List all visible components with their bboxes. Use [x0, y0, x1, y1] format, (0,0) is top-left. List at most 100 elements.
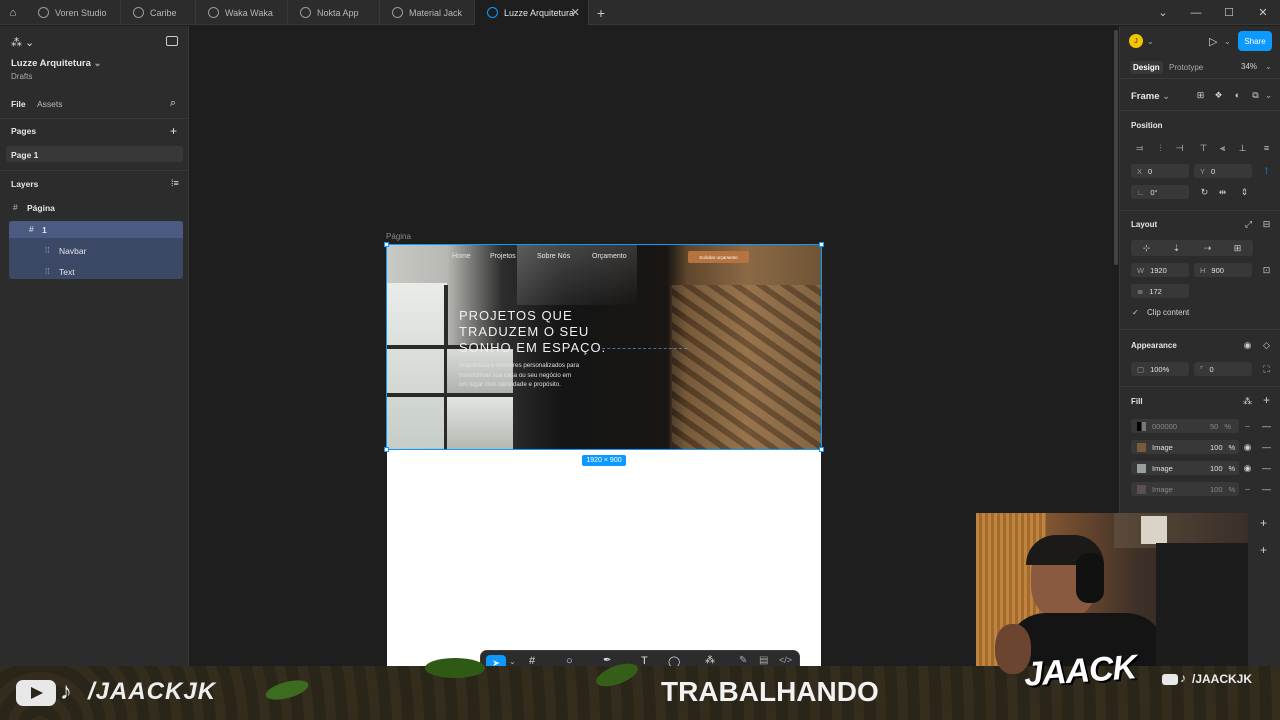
chevron-down-icon[interactable]: ⌄	[1265, 62, 1272, 71]
layer-1[interactable]: 1	[42, 225, 47, 235]
align-middle-icon[interactable]: ⫷	[1218, 144, 1227, 153]
layers-toggle-icon[interactable]: ⁞≡	[171, 178, 179, 188]
frame-type-dropdown[interactable]: Frame ⌄	[1131, 91, 1170, 102]
close-icon[interactable]: ✕	[571, 6, 580, 19]
layout-free-icon[interactable]: ⊹	[1142, 244, 1151, 253]
zoom-level[interactable]: 34%	[1241, 62, 1257, 71]
share-button[interactable]: Share	[1238, 31, 1272, 51]
design-mode-icon[interactable]: ▤	[759, 655, 768, 666]
avatar[interactable]: J	[1129, 34, 1143, 48]
add-fill-icon[interactable]: +	[1262, 394, 1271, 406]
remove-fill-icon[interactable]: —	[1262, 485, 1271, 494]
mask-icon[interactable]: ◐	[1233, 91, 1242, 100]
eye-icon[interactable]: ◉	[1243, 443, 1252, 452]
eye-closed-icon[interactable]: ⌣	[1243, 485, 1252, 494]
y-input[interactable]: Y0	[1194, 164, 1252, 178]
play-icon[interactable]: ▷	[1209, 35, 1217, 48]
eye-icon[interactable]: ◉	[1243, 464, 1252, 473]
tab-material-jack[interactable]: Material Jack	[380, 0, 475, 25]
page-frame-body[interactable]	[387, 449, 821, 666]
chevron-down-icon[interactable]: ⌄	[509, 657, 516, 666]
component-icon[interactable]: ❖	[1214, 91, 1223, 100]
layer-text[interactable]: Text	[59, 267, 75, 277]
draw-mode-icon[interactable]: ✎	[739, 655, 747, 666]
align-left-icon[interactable]: ⫤	[1135, 144, 1144, 153]
x-input[interactable]: X0	[1131, 164, 1189, 178]
home-icon[interactable]: ⌂	[0, 0, 26, 25]
height-input[interactable]: H 900	[1194, 263, 1252, 277]
distribute-icon[interactable]: ≡	[1262, 144, 1271, 153]
layer-1-row[interactable]	[9, 221, 183, 238]
align-center-icon[interactable]: ⫶	[1156, 144, 1165, 153]
tab-file[interactable]: File	[11, 99, 26, 109]
align-top-icon[interactable]: ⊤	[1199, 144, 1208, 153]
eye-icon[interactable]: ◉	[1243, 341, 1252, 350]
width-input[interactable]: W 1920	[1131, 263, 1189, 277]
tab-voren-studio[interactable]: Voren Studio	[26, 0, 121, 25]
search-icon[interactable]: ⌕	[170, 97, 176, 110]
resize-handle[interactable]	[384, 447, 389, 452]
remove-fill-icon[interactable]: —	[1262, 464, 1271, 473]
resize-handle[interactable]	[384, 242, 389, 247]
layout-grid-mode-icon[interactable]: ⊞	[1233, 244, 1242, 253]
tab-caribe[interactable]: Caribe	[121, 0, 196, 25]
add-icon[interactable]: +	[1260, 516, 1267, 530]
file-title[interactable]: Luzze Arquitetura ⌄	[11, 58, 101, 69]
flip-horizontal-icon[interactable]: ⇹	[1218, 188, 1227, 197]
add-icon[interactable]: +	[1260, 543, 1267, 557]
layout-horizontal-icon[interactable]: ⇢	[1203, 244, 1212, 253]
new-tab-icon[interactable]: +	[589, 0, 613, 25]
scrollbar[interactable]	[1114, 30, 1118, 265]
remove-fill-icon[interactable]: —	[1262, 422, 1271, 431]
components-tool-icon[interactable]: ⁂	[705, 655, 715, 666]
figma-menu-icon[interactable]: ⁂ ⌄	[11, 36, 34, 49]
chevron-down-icon[interactable]: ⌄	[1146, 0, 1180, 25]
resize-icon[interactable]: ⤢	[1244, 220, 1253, 229]
constrain-proportions-icon[interactable]: ⊡	[1262, 266, 1271, 275]
tab-design[interactable]: Design	[1130, 61, 1163, 74]
constraints-icon[interactable]: ⊺	[1262, 167, 1271, 176]
chevron-down-icon[interactable]: ⌄	[1264, 91, 1273, 100]
dev-mode-icon[interactable]: </>	[779, 655, 792, 665]
corner-radius-input[interactable]: ⌜ 0	[1194, 362, 1252, 376]
align-bottom-icon[interactable]: ⊥	[1238, 144, 1247, 153]
pen-tool-icon[interactable]: ✒	[603, 655, 611, 666]
styles-icon[interactable]: ⁂	[1243, 397, 1252, 406]
frame-label[interactable]: Página	[386, 232, 411, 241]
blend-icon[interactable]: ◇	[1262, 341, 1271, 350]
gap-input[interactable]: ≣ 172	[1131, 284, 1189, 298]
close-window-icon[interactable]: ✕	[1246, 0, 1280, 25]
tab-assets[interactable]: Assets	[37, 99, 63, 109]
opacity-input[interactable]: ▢ 100%	[1131, 362, 1189, 376]
sidebar-toggle-icon[interactable]	[166, 36, 178, 46]
fill-row[interactable]: 000000 50%	[1131, 419, 1239, 433]
layer-navbar[interactable]: Navbar	[59, 246, 86, 256]
chevron-down-icon[interactable]: ⌄	[1224, 37, 1231, 46]
clip-content-checkbox[interactable]: ✓	[1132, 308, 1139, 317]
fill-row[interactable]: Image 100%	[1131, 482, 1239, 496]
rotation-input[interactable]: ∟ 0°	[1131, 185, 1189, 199]
chevron-down-icon[interactable]: ⌄	[1147, 37, 1154, 46]
remove-fill-icon[interactable]: —	[1262, 443, 1271, 452]
tab-nokta-app[interactable]: Nokta App	[288, 0, 380, 25]
fill-row[interactable]: Image 100%	[1131, 461, 1239, 475]
layer-pagina[interactable]: Página	[27, 203, 55, 213]
maximize-icon[interactable]: ☐	[1212, 0, 1246, 25]
add-page-icon[interactable]: +	[170, 124, 177, 138]
rotate-icon[interactable]: ↻	[1200, 188, 1209, 197]
align-right-icon[interactable]: ⊣	[1175, 144, 1184, 153]
flip-vertical-icon[interactable]: ⇕	[1240, 188, 1249, 197]
eye-closed-icon[interactable]: ⌣	[1243, 422, 1252, 431]
resize-handle[interactable]	[819, 242, 824, 247]
layout-vertical-icon[interactable]: ⇣	[1172, 244, 1181, 253]
resize-handle[interactable]	[819, 447, 824, 452]
boolean-icon[interactable]: ⧉	[1251, 91, 1260, 100]
layout-grid-icon[interactable]: ⊟	[1262, 220, 1271, 229]
grid-icon[interactable]: ⊞	[1196, 91, 1205, 100]
corner-expand-icon[interactable]: ⛶	[1262, 365, 1271, 374]
minimize-icon[interactable]: —	[1179, 0, 1213, 25]
tab-waka-waka[interactable]: Waka Waka	[196, 0, 288, 25]
tab-luzze-arquitetura[interactable]: Luzze Arquitetura ✕	[475, 0, 589, 25]
fill-row[interactable]: Image 100%	[1131, 440, 1239, 454]
tab-prototype[interactable]: Prototype	[1169, 63, 1203, 72]
